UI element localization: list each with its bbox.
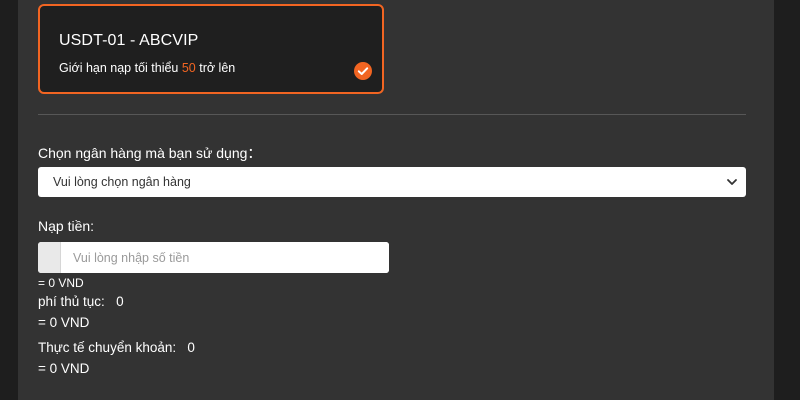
fee-value: 0 [116, 294, 124, 309]
channel-limit-text: Giới hạn nạp tối thiểu 50 trở lên [59, 61, 235, 75]
amount-input-group [38, 242, 389, 273]
fee-label: phí thủ tục: [38, 294, 105, 309]
actual-converted: = 0 VND [38, 361, 90, 376]
check-circle-icon [354, 62, 372, 80]
actual-value: 0 [187, 340, 195, 355]
actual-label: Thực tế chuyển khoản: [38, 340, 177, 355]
channel-title: USDT-01 - ABCVIP [59, 32, 199, 49]
limit-amount: 50 [181, 61, 196, 75]
section-divider [38, 114, 746, 115]
page: USDT-01 - ABCVIP Giới hạn nạp tối thiểu … [0, 0, 800, 400]
deposit-label: Nạp tiền: [38, 218, 95, 234]
amount-input[interactable] [61, 242, 389, 273]
bank-label: Chọn ngân hàng mà bạn sử dụng： [38, 145, 262, 161]
amount-input-addon [38, 242, 61, 273]
bank-select-value: Vui lòng chọn ngân hàng [53, 175, 191, 189]
actual-row: Thực tế chuyển khoản: 0 [38, 340, 195, 355]
fee-converted: = 0 VND [38, 315, 90, 330]
limit-prefix: Giới hạn nạp tối thiểu [59, 61, 182, 75]
bank-select[interactable]: Vui lòng chọn ngân hàng [38, 167, 746, 197]
deposit-panel: USDT-01 - ABCVIP Giới hạn nạp tối thiểu … [18, 0, 774, 400]
fee-row: phí thủ tục: 0 [38, 294, 124, 309]
deposit-converted: = 0 VND [38, 276, 84, 290]
chevron-down-icon [727, 179, 737, 185]
limit-suffix: trở lên [195, 61, 236, 75]
payment-channel-card[interactable]: USDT-01 - ABCVIP Giới hạn nạp tối thiểu … [38, 4, 384, 94]
